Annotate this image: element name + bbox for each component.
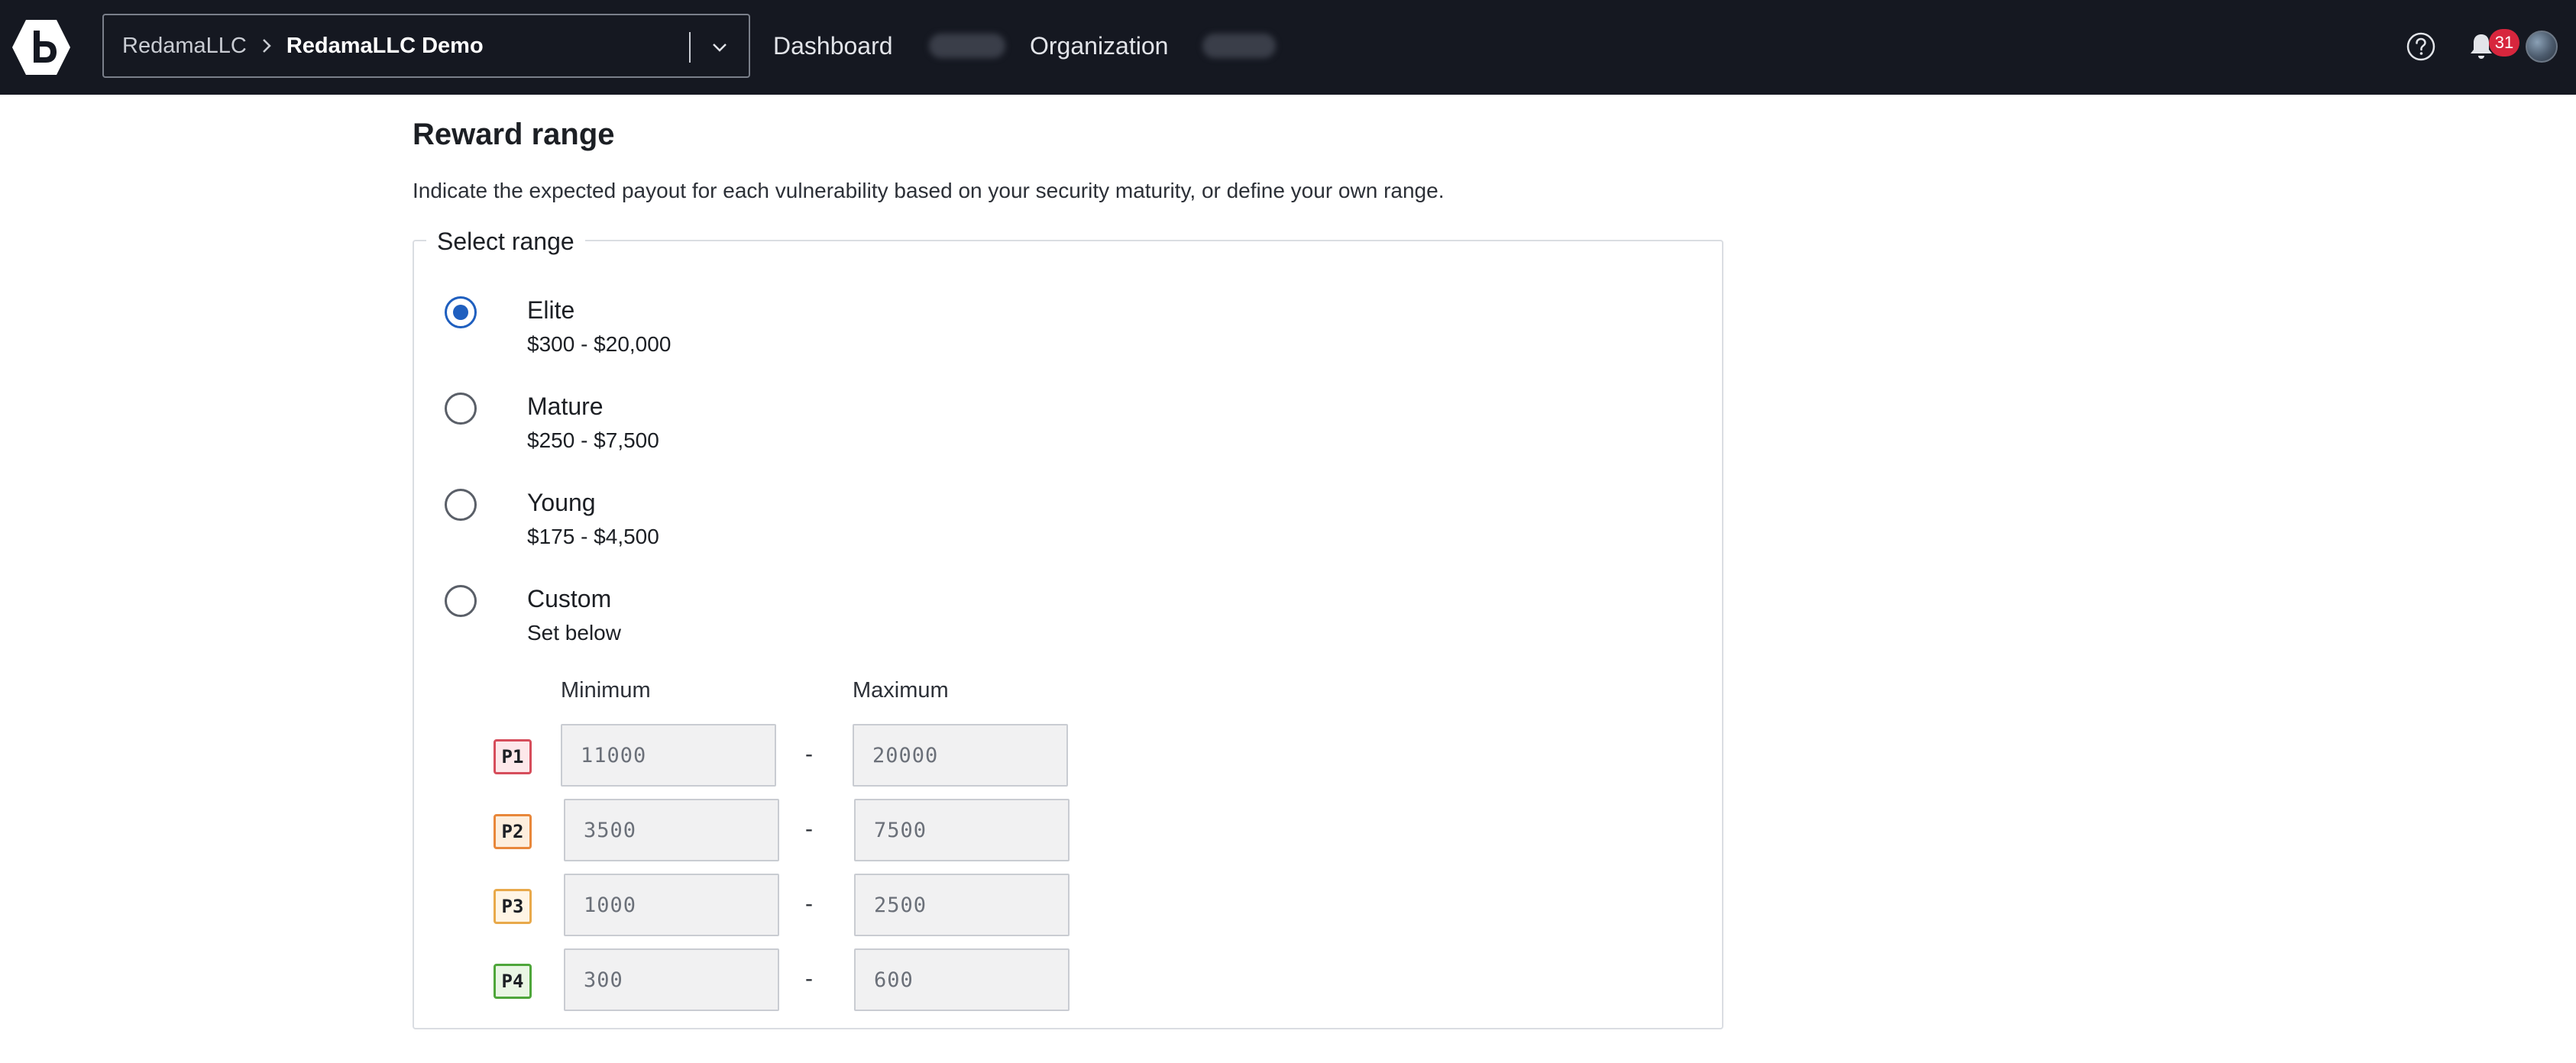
priority-badge-p3: P3	[494, 889, 532, 924]
p1-maximum-input[interactable]	[853, 724, 1068, 787]
range-separator: -	[805, 891, 813, 916]
select-range-legend: Select range	[426, 225, 585, 258]
p3-maximum-input[interactable]	[854, 874, 1070, 936]
radio-button-custom[interactable]	[445, 585, 477, 617]
p1-minimum-input[interactable]	[561, 724, 776, 787]
radio-option-custom[interactable]: Custom Set below	[445, 577, 903, 654]
nav-item-redacted[interactable]	[929, 34, 1005, 58]
chevron-down-icon[interactable]	[707, 35, 732, 60]
radio-label: Custom	[527, 585, 612, 612]
priority-row-p3: P3 -	[414, 874, 1102, 936]
radio-button-elite[interactable]	[445, 296, 477, 328]
page-section-title: Reward range	[413, 118, 615, 151]
range-separator: -	[805, 966, 813, 991]
p4-maximum-input[interactable]	[854, 948, 1070, 1011]
p4-minimum-input[interactable]	[564, 948, 779, 1011]
priority-row-p4: P4 -	[414, 948, 1102, 1011]
help-circle-icon[interactable]	[2405, 31, 2437, 63]
priority-badge-p1: P1	[494, 739, 532, 774]
organization-switcher[interactable]: RedamaLLC RedamaLLC Demo	[102, 14, 750, 78]
minimum-column-header: Minimum	[561, 678, 651, 703]
maximum-column-header: Maximum	[853, 678, 949, 703]
user-avatar[interactable]	[2526, 31, 2558, 63]
top-navigation-bar: RedamaLLC RedamaLLC Demo Dashboard Organ…	[0, 0, 2576, 95]
breadcrumb-parent: RedamaLLC	[122, 33, 247, 58]
bugcrowd-logo-icon[interactable]	[11, 17, 72, 78]
radio-sublabel: $300 - $20,000	[527, 332, 672, 356]
radio-sublabel: $250 - $7,500	[527, 428, 659, 452]
range-separator: -	[805, 742, 813, 767]
radio-option-young[interactable]: Young $175 - $4,500	[445, 481, 903, 557]
radio-label: Mature	[527, 393, 604, 420]
radio-sublabel: $175 - $4,500	[527, 525, 659, 548]
radio-sublabel: Set below	[527, 621, 621, 645]
p3-minimum-input[interactable]	[564, 874, 779, 936]
radio-label: Young	[527, 489, 596, 516]
priority-badge-p4: P4	[494, 964, 532, 999]
select-range-fieldset: Select range Elite $300 - $20,000 Mature…	[413, 225, 1723, 1029]
radio-option-elite[interactable]: Elite $300 - $20,000	[445, 289, 903, 365]
chevron-right-icon	[262, 39, 271, 53]
p2-maximum-input[interactable]	[854, 799, 1070, 861]
radio-label: Elite	[527, 296, 575, 324]
priority-badge-p2: P2	[494, 814, 532, 849]
radio-button-young[interactable]	[445, 489, 477, 521]
radio-option-mature[interactable]: Mature $250 - $7,500	[445, 385, 903, 461]
p2-minimum-input[interactable]	[564, 799, 779, 861]
priority-row-p2: P2 -	[414, 799, 1102, 861]
range-separator: -	[805, 816, 813, 842]
nav-organization[interactable]: Organization	[1030, 29, 1168, 63]
nav-item-redacted[interactable]	[1202, 34, 1276, 58]
radio-button-mature[interactable]	[445, 393, 477, 425]
breadcrumb-current: RedamaLLC Demo	[286, 33, 484, 58]
priority-row-p1: P1 -	[414, 724, 1102, 787]
nav-dashboard[interactable]: Dashboard	[773, 29, 893, 63]
section-description: Indicate the expected payout for each vu…	[413, 179, 1445, 202]
notification-count-badge: 31	[2489, 29, 2519, 57]
select-divider	[689, 32, 691, 63]
